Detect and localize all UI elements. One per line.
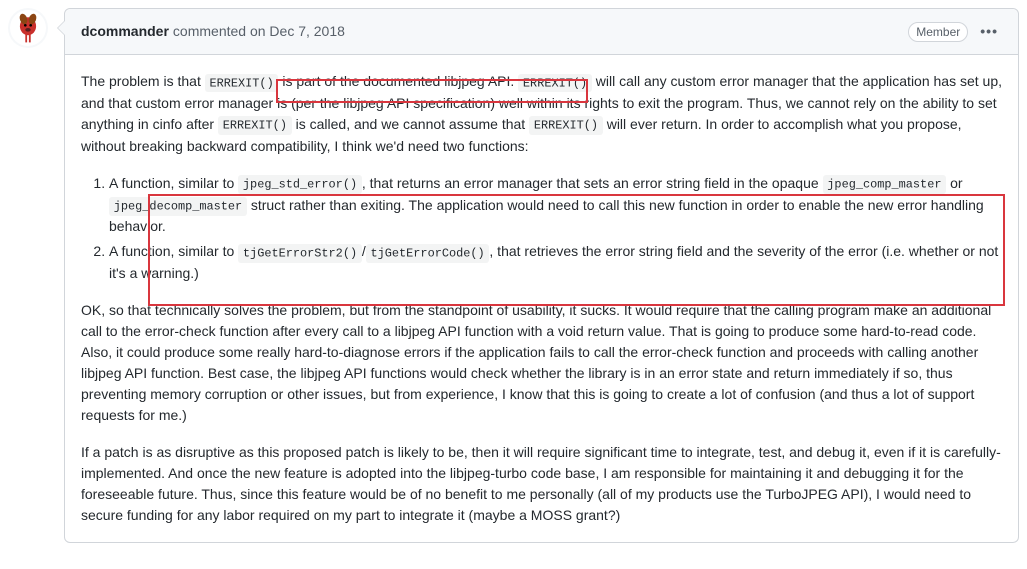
list-item: A function, similar to jpeg_std_error(),… xyxy=(109,173,1002,238)
text: The problem is that xyxy=(81,73,205,89)
author-link[interactable]: dcommander xyxy=(81,21,169,42)
text: is part of the documented libjpeg API. xyxy=(278,73,518,89)
inline-code: ERREXIT() xyxy=(205,74,279,93)
paragraph: The problem is that ERREXIT() is part of… xyxy=(81,71,1002,157)
inline-code: tjGetErrorCode() xyxy=(366,244,490,263)
inline-code: jpeg_decomp_master xyxy=(109,197,247,216)
comment-container: dcommander commented on Dec 7, 2018 Memb… xyxy=(8,8,1019,543)
text: A function, similar to xyxy=(109,175,238,191)
inline-code: ERREXIT() xyxy=(518,74,592,93)
comment-timestamp: commented on Dec 7, 2018 xyxy=(173,21,345,42)
text: , that returns an error manager that set… xyxy=(362,175,823,191)
text: is called, and we cannot assume that xyxy=(292,116,529,132)
comment-body: The problem is that ERREXIT() is part of… xyxy=(65,55,1018,542)
comment-caret xyxy=(57,20,65,36)
inline-code: ERREXIT() xyxy=(218,116,292,135)
avatar-image xyxy=(10,10,46,46)
inline-code: jpeg_std_error() xyxy=(238,175,362,194)
ordered-list: A function, similar to jpeg_std_error(),… xyxy=(81,173,1002,285)
header-actions: Member ••• xyxy=(908,17,1002,46)
inline-code: tjGetErrorStr2() xyxy=(238,244,362,263)
list-item: A function, similar to tjGetErrorStr2()/… xyxy=(109,241,1002,284)
member-badge: Member xyxy=(908,22,968,42)
paragraph: If a patch is as disruptive as this prop… xyxy=(81,442,1002,526)
inline-code: ERREXIT() xyxy=(529,116,603,135)
comment-box: dcommander commented on Dec 7, 2018 Memb… xyxy=(64,8,1019,543)
inline-code: jpeg_comp_master xyxy=(823,175,947,194)
paragraph: OK, so that technically solves the probl… xyxy=(81,300,1002,426)
text: A function, similar to xyxy=(109,243,238,259)
kebab-menu-icon[interactable]: ••• xyxy=(976,17,1002,46)
avatar[interactable] xyxy=(8,8,48,48)
comment-header: dcommander commented on Dec 7, 2018 Memb… xyxy=(65,9,1018,55)
text: or xyxy=(946,175,962,191)
